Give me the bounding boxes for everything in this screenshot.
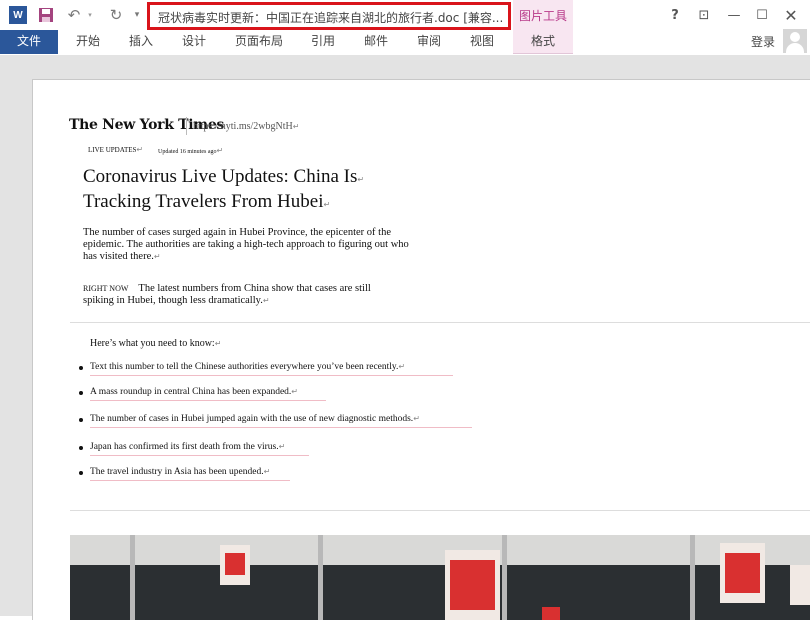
avatar-head — [790, 32, 800, 42]
tab-mailings[interactable]: 邮件 — [353, 30, 399, 54]
list-item-text[interactable]: The travel industry in Asia has been upe… — [90, 467, 290, 481]
bullet-text: The number of cases in Hubei jumped agai… — [90, 414, 414, 424]
photo-hanging-ad — [725, 553, 760, 593]
summary-text: The number of cases surged again in Hube… — [83, 227, 409, 262]
document-title-highlight: 冠状病毒实时更新：中国正在追踪来自湖北的旅行者.doc [兼容... — [147, 2, 511, 30]
bullet-text: Text this number to tell the Chinese aut… — [90, 362, 399, 372]
tab-references[interactable]: 引用 — [300, 30, 346, 54]
document-title: 冠状病毒实时更新：中国正在追踪来自湖北的旅行者.doc [兼容... — [158, 11, 504, 25]
tab-page-layout[interactable]: 页面布局 — [228, 30, 290, 54]
avatar-shoulders — [786, 43, 804, 53]
live-updates-label: LIVE UPDATES↵ — [88, 145, 143, 154]
photo-pole — [130, 535, 135, 620]
section-divider — [70, 322, 810, 323]
paragraph-mark: ↵ — [262, 296, 270, 305]
undo-dropdown-icon[interactable]: ▾ — [86, 6, 94, 24]
tab-file[interactable]: 文件 — [0, 30, 58, 54]
bullet-dot — [79, 391, 83, 395]
tab-view[interactable]: 视图 — [459, 30, 505, 54]
ribbon-tabs: 文件 开始 插入 设计 页面布局 引用 邮件 审阅 视图 格式 — [0, 30, 810, 54]
word-icon[interactable]: W — [9, 6, 27, 24]
photo-pole — [502, 535, 507, 620]
picture-tools-group-label: 图片工具 — [513, 0, 573, 30]
updated-timestamp: Updated 16 minutes ago↵ — [158, 146, 223, 155]
bullet-dot — [79, 366, 83, 370]
headline-line-1: Coronavirus Live Updates: China Is — [83, 166, 358, 187]
document-canvas[interactable]: The New York Times https://nyti.ms/2wbgN… — [0, 55, 810, 620]
bullet-text: The travel industry in Asia has been upe… — [90, 467, 264, 477]
save-icon-glyph — [39, 8, 53, 22]
paragraph-mark: ↵ — [323, 200, 331, 209]
list-item-text[interactable]: Text this number to tell the Chinese aut… — [90, 362, 453, 376]
right-now-label: RIGHT NOW — [83, 284, 129, 293]
tab-review[interactable]: 审阅 — [406, 30, 452, 54]
live-updates-text: LIVE UPDATES — [88, 146, 137, 154]
bullet-text: Japan has confirmed its first death from… — [90, 442, 279, 452]
list-item-text[interactable]: Japan has confirmed its first death from… — [90, 442, 309, 456]
save-icon[interactable] — [38, 6, 54, 24]
paragraph-mark: ↵ — [357, 175, 365, 184]
ribbon-display-options-button[interactable]: ⊡ — [694, 6, 714, 24]
photo-hanging-ad — [450, 560, 495, 610]
sign-in-link[interactable]: 登录 — [751, 33, 775, 50]
tab-format[interactable]: 格式 — [513, 30, 573, 54]
bullet-dot — [79, 471, 83, 475]
list-item-text[interactable]: The number of cases in Hubei jumped agai… — [90, 414, 472, 428]
article-headline: Coronavirus Live Updates: China Is↵ Trac… — [83, 166, 413, 216]
right-now-block: RIGHT NOW The latest numbers from China s… — [83, 283, 403, 307]
photo-hanging-ad — [542, 607, 560, 620]
document-page[interactable]: The New York Times https://nyti.ms/2wbgN… — [32, 79, 810, 620]
bullet-dot — [79, 446, 83, 450]
help-button[interactable]: ? — [665, 6, 685, 24]
tab-home[interactable]: 开始 — [65, 30, 111, 54]
paragraph-mark: ↵ — [153, 252, 161, 261]
article-photo[interactable] — [70, 535, 810, 620]
redo-icon[interactable]: ↻ — [108, 6, 124, 24]
paragraph-mark: ↵ — [413, 414, 420, 423]
paragraph-mark: ↵ — [398, 362, 406, 371]
need-to-know-intro: Here’s what you need to know:↵ — [90, 338, 221, 349]
intro-text: Here’s what you need to know: — [90, 338, 215, 349]
paragraph-mark: ↵ — [216, 146, 224, 155]
photo-ceiling — [70, 535, 810, 565]
customize-qat-icon[interactable]: ▾ — [132, 6, 142, 24]
photo-interior — [70, 565, 810, 620]
title-bar: W ↶ ▾ ↻ ▾ 冠状病毒实时更新：中国正在追踪来自湖北的旅行者.doc [兼… — [0, 0, 810, 30]
maximize-button[interactable]: ☐ — [752, 6, 772, 24]
short-link[interactable]: https://nyti.ms/2wbgNtH↵ — [193, 121, 299, 132]
paragraph-mark: ↵ — [214, 339, 222, 348]
paragraph-mark: ↵ — [278, 442, 286, 451]
photo-hanging-ad — [225, 553, 245, 575]
section-divider — [70, 510, 810, 511]
bullet-text: A mass roundup in central China has been… — [90, 387, 292, 397]
tab-design[interactable]: 设计 — [171, 30, 217, 54]
minimize-button[interactable]: — — [724, 6, 744, 24]
article-summary: The number of cases surged again in Hube… — [83, 227, 413, 263]
masthead-divider — [186, 117, 187, 135]
bullet-dot — [79, 418, 83, 422]
paragraph-mark: ↵ — [292, 122, 300, 131]
undo-icon[interactable]: ↶ — [66, 6, 82, 24]
photo-pole — [690, 535, 695, 620]
photo-pole — [318, 535, 323, 620]
tab-insert[interactable]: 插入 — [118, 30, 164, 54]
paragraph-mark: ↵ — [263, 467, 271, 476]
paragraph-mark: ↵ — [291, 387, 298, 396]
avatar[interactable] — [783, 29, 807, 53]
paragraph-mark: ↵ — [136, 145, 144, 154]
word-icon-letter: W — [13, 9, 23, 21]
headline-line-2: Tracking Travelers From Hubei — [83, 191, 324, 212]
updated-text: Updated 16 minutes ago — [158, 149, 217, 155]
close-button[interactable]: ✕ — [781, 6, 801, 25]
photo-window — [790, 565, 810, 605]
short-link-text: https://nyti.ms/2wbgNtH — [193, 121, 293, 132]
list-item-text[interactable]: A mass roundup in central China has been… — [90, 387, 326, 401]
